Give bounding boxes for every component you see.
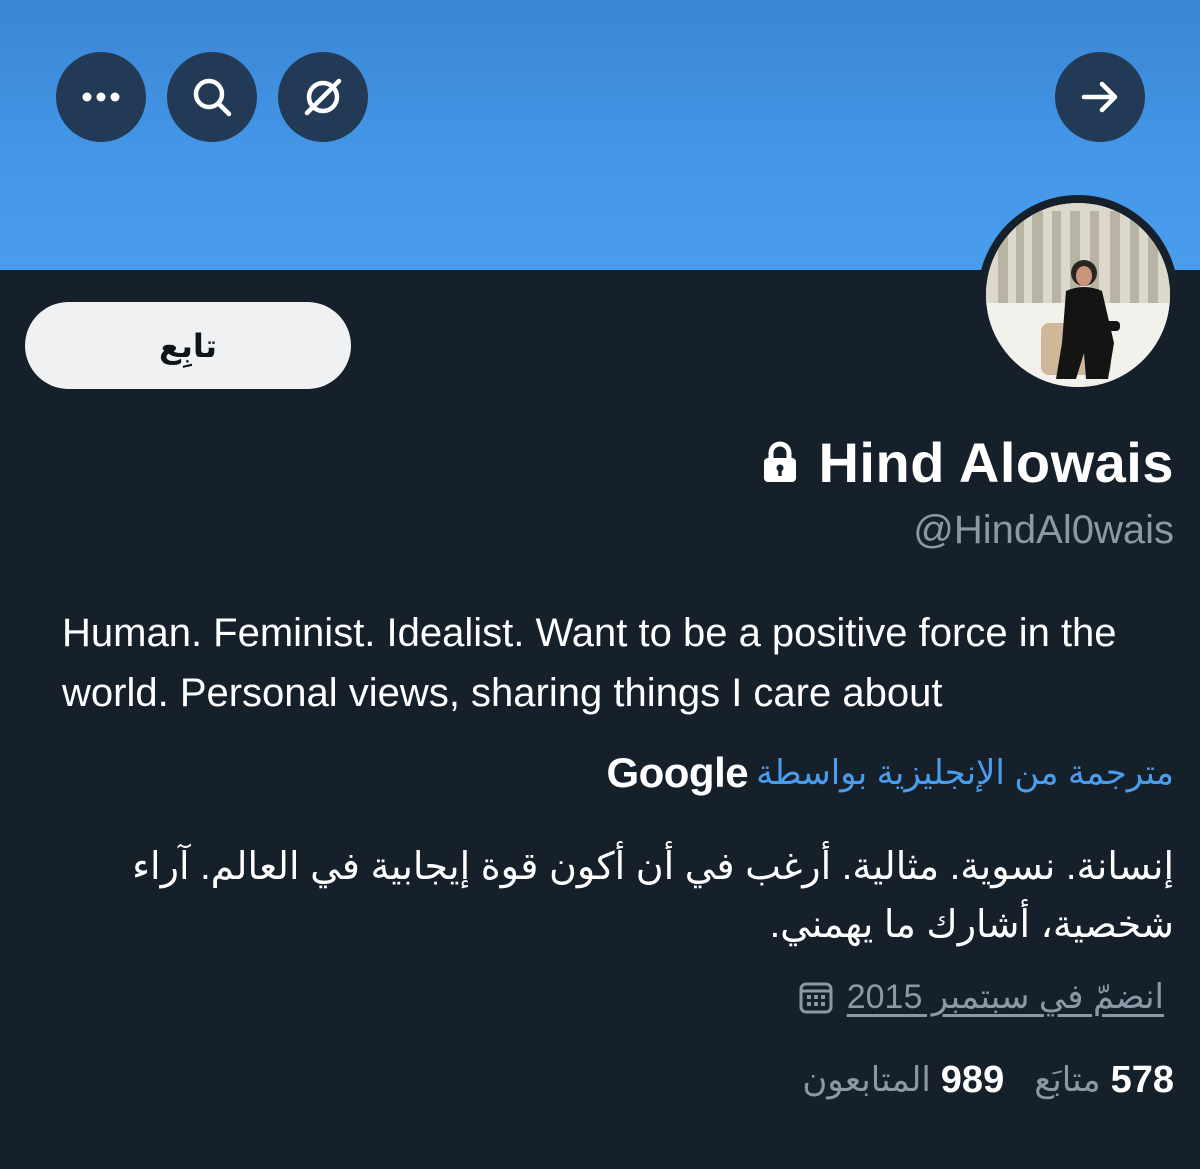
- follow-button-label: تابِع: [159, 327, 217, 364]
- translated-bio: إنسانة. نسوية. مثالية. أرغب في أن أكون ق…: [132, 846, 1174, 946]
- more-horizontal-icon: [82, 92, 120, 102]
- display-name: Hind Alowais: [818, 430, 1174, 494]
- translated-by-text[interactable]: مترجمة من الإنجليزية بواسطة: [756, 753, 1174, 793]
- more-button[interactable]: [56, 52, 146, 142]
- profile-bio: Human. Feminist. Idealist. Want to be a …: [62, 611, 1117, 715]
- search-button[interactable]: [167, 52, 257, 142]
- translator-name: Google: [606, 749, 749, 796]
- followers-count: 989: [940, 1058, 1005, 1101]
- profile-name-row: Hind Alowais: [762, 430, 1174, 494]
- avatar: [986, 203, 1170, 387]
- profile-handle: @HindAl0wais: [913, 508, 1174, 552]
- arrow-right-icon: [1081, 81, 1118, 113]
- search-icon: [193, 78, 232, 117]
- following-stat[interactable]: 578 متابَع: [1034, 1059, 1174, 1102]
- joined-date: انضمّ في سبتمبر 2015: [846, 978, 1164, 1016]
- lock-icon: [764, 441, 797, 482]
- following-label: متابَع: [1034, 1061, 1101, 1099]
- joined-date-row: انضمّ في سبتمبر 2015: [799, 972, 1164, 1022]
- follow-stats: 578 متابَع 989 المتابعون: [802, 1055, 1174, 1105]
- slashed-circle-icon: [304, 78, 342, 116]
- following-count: 578: [1110, 1058, 1174, 1101]
- back-button[interactable]: [1055, 52, 1145, 142]
- grok-button[interactable]: [278, 52, 368, 142]
- avatar-container[interactable]: [978, 195, 1178, 395]
- translation-attribution[interactable]: مترجمة من الإنجليزية بواسطة Google: [606, 748, 1174, 798]
- follow-button[interactable]: تابِع: [25, 302, 351, 389]
- followers-stat[interactable]: 989 المتابعون: [802, 1059, 1004, 1102]
- followers-label: المتابعون: [802, 1061, 931, 1099]
- calendar-icon: [799, 982, 833, 1014]
